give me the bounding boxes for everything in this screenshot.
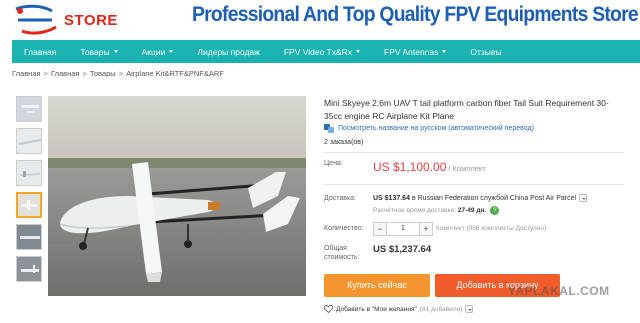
breadcrumb-link[interactable]: Главная — [51, 69, 80, 78]
chevron-down-icon — [579, 194, 588, 202]
nav-item-bestsellers[interactable]: Лидеры продаж — [185, 40, 271, 63]
nav-item-label: Товары — [80, 46, 110, 57]
store-logo[interactable]: STORE — [12, 3, 117, 37]
quantity-increment-button[interactable]: + — [419, 222, 433, 236]
nav-item-reviews[interactable]: Отзывы — [458, 40, 513, 63]
heart-icon — [324, 305, 333, 313]
airplane-thumb-icon — [17, 129, 41, 153]
total-label: Общая стоимость: — [324, 244, 359, 262]
chevron-down-icon — [113, 50, 118, 53]
delivery-time: 27-49 дн. — [457, 207, 487, 214]
nav-item-label: Отзывы — [470, 46, 502, 57]
price-label: Цена: — [324, 160, 343, 167]
thumbnail[interactable] — [16, 160, 42, 186]
delivery-estimate: Расчётное время доставки: 27-49 дн.? — [373, 206, 500, 215]
nav-item-label: FPV Antennas — [384, 46, 439, 57]
quantity-label: Количество: — [324, 225, 364, 232]
airplane-thumb-icon — [18, 194, 40, 216]
shipping-label: Доставка: — [324, 195, 357, 202]
logo-text: STORE — [64, 12, 118, 29]
breadcrumb-link[interactable]: Товары — [90, 69, 116, 78]
breadcrumb-link[interactable]: Главная — [12, 69, 41, 78]
airplane-thumb-icon — [17, 257, 41, 281]
delivery-label: Расчётное время доставки: — [373, 207, 456, 214]
thumbnail-active[interactable] — [16, 192, 42, 218]
nav-item-fpv-antennas[interactable]: FPV Antennas — [372, 40, 458, 63]
product-title: Mini Skyeye 2.6m UAV T tail platform car… — [324, 98, 609, 121]
breadcrumb: Главная > Главная > Товары > Airplane Kit&RTF&… — [12, 69, 224, 78]
divider — [324, 152, 624, 153]
shipping-cost: US $137.64 — [373, 194, 410, 202]
nav-item-label: Акции — [141, 46, 166, 57]
translate-icon — [324, 124, 334, 133]
buy-now-button[interactable]: Купить сейчас — [324, 274, 430, 297]
logo-mark-icon — [15, 4, 57, 35]
banner-title: Professional And Top Quality FPV Equipme… — [192, 3, 639, 26]
nav-item-promotions[interactable]: Акции — [130, 40, 186, 63]
price-unit: / Комплект — [448, 164, 486, 173]
price-value: US $1,100.00/ Комплект — [373, 160, 486, 174]
thumbnail[interactable] — [16, 256, 42, 282]
nav-item-label: Главная — [24, 46, 57, 57]
translate-link[interactable]: Посмотреть название на русском (автомати… — [324, 124, 534, 133]
main-nav: Главная Товары Акции Лидеры продаж FPV V… — [12, 40, 640, 63]
airplane-thumb-icon — [17, 161, 41, 185]
translate-link-text: Посмотреть название на русском (автомати… — [338, 125, 534, 132]
total-label-line: стоимость: — [324, 254, 360, 261]
thumbnail[interactable] — [16, 128, 42, 154]
airplane-thumb-icon — [17, 225, 41, 249]
thumbnail[interactable] — [16, 224, 42, 250]
total-price: US $1,237.64 — [373, 244, 432, 255]
quantity-decrement-button[interactable]: − — [373, 222, 387, 236]
wishlist-count: (81 добавили) — [419, 305, 463, 313]
question-icon[interactable]: ? — [490, 206, 500, 215]
site-watermark: YAPLAKAL.COM — [508, 284, 610, 298]
nav-item-home[interactable]: Главная — [12, 40, 68, 63]
divider — [324, 184, 624, 185]
chevron-down-icon — [442, 50, 447, 53]
thumbnail[interactable] — [16, 96, 42, 122]
quantity-availability: Комплект (998 комплекты Доступно) — [436, 225, 547, 232]
chevron-down-icon — [169, 50, 174, 53]
nav-item-products[interactable]: Товары — [68, 40, 129, 63]
wishlist-label: Добавить в "Мои желания" — [336, 305, 417, 313]
airplane-thumb-icon — [17, 97, 41, 121]
shipping-selector[interactable]: US $137.64 в Russian Federation службой … — [373, 194, 588, 202]
breadcrumb-current[interactable]: Airplane Kit&RTF&PNF&ARF — [126, 69, 224, 78]
store-page: STORE Professional And Top Quality FPV E… — [0, 0, 640, 323]
product-main-image[interactable] — [48, 96, 306, 296]
quantity-input[interactable]: 1 — [387, 222, 419, 236]
add-to-wishlist-link[interactable]: Добавить в "Мои желания" (81 добавили) — [324, 305, 474, 313]
nav-item-label: Лидеры продаж — [197, 46, 260, 57]
shipping-description: в Russian Federation службой China Post … — [411, 194, 577, 202]
store-banner: STORE Professional And Top Quality FPV E… — [0, 0, 640, 40]
nav-item-label: FPV Video Tx&Rx — [283, 46, 353, 57]
nav-item-fpv-video[interactable]: FPV Video Tx&Rx — [272, 40, 372, 63]
uav-airplane-photo-icon — [48, 96, 306, 296]
quantity-stepper: − 1 + — [373, 222, 433, 236]
total-label-line: Общая — [324, 245, 347, 252]
order-count: 2 заказа(ов) — [324, 139, 364, 146]
chevron-down-icon — [356, 50, 361, 53]
chevron-down-icon — [465, 305, 474, 313]
price-amount: US $1,100.00 — [373, 160, 447, 174]
